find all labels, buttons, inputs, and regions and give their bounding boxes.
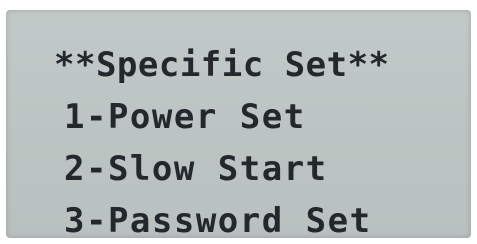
- menu-item-power-set[interactable]: 1-Power Set: [64, 100, 306, 134]
- menu-item-password-set[interactable]: 3-Password Set: [64, 204, 372, 238]
- specific-set-menu: **Specific Set** 1-Power Set 2-Slow Star…: [6, 10, 471, 238]
- device-frame: **Specific Set** 1-Power Set 2-Slow Star…: [0, 0, 477, 244]
- lcd-screen: **Specific Set** 1-Power Set 2-Slow Star…: [6, 10, 471, 238]
- menu-item-slow-start[interactable]: 2-Slow Start: [64, 152, 328, 186]
- menu-title: **Specific Set**: [54, 45, 390, 85]
